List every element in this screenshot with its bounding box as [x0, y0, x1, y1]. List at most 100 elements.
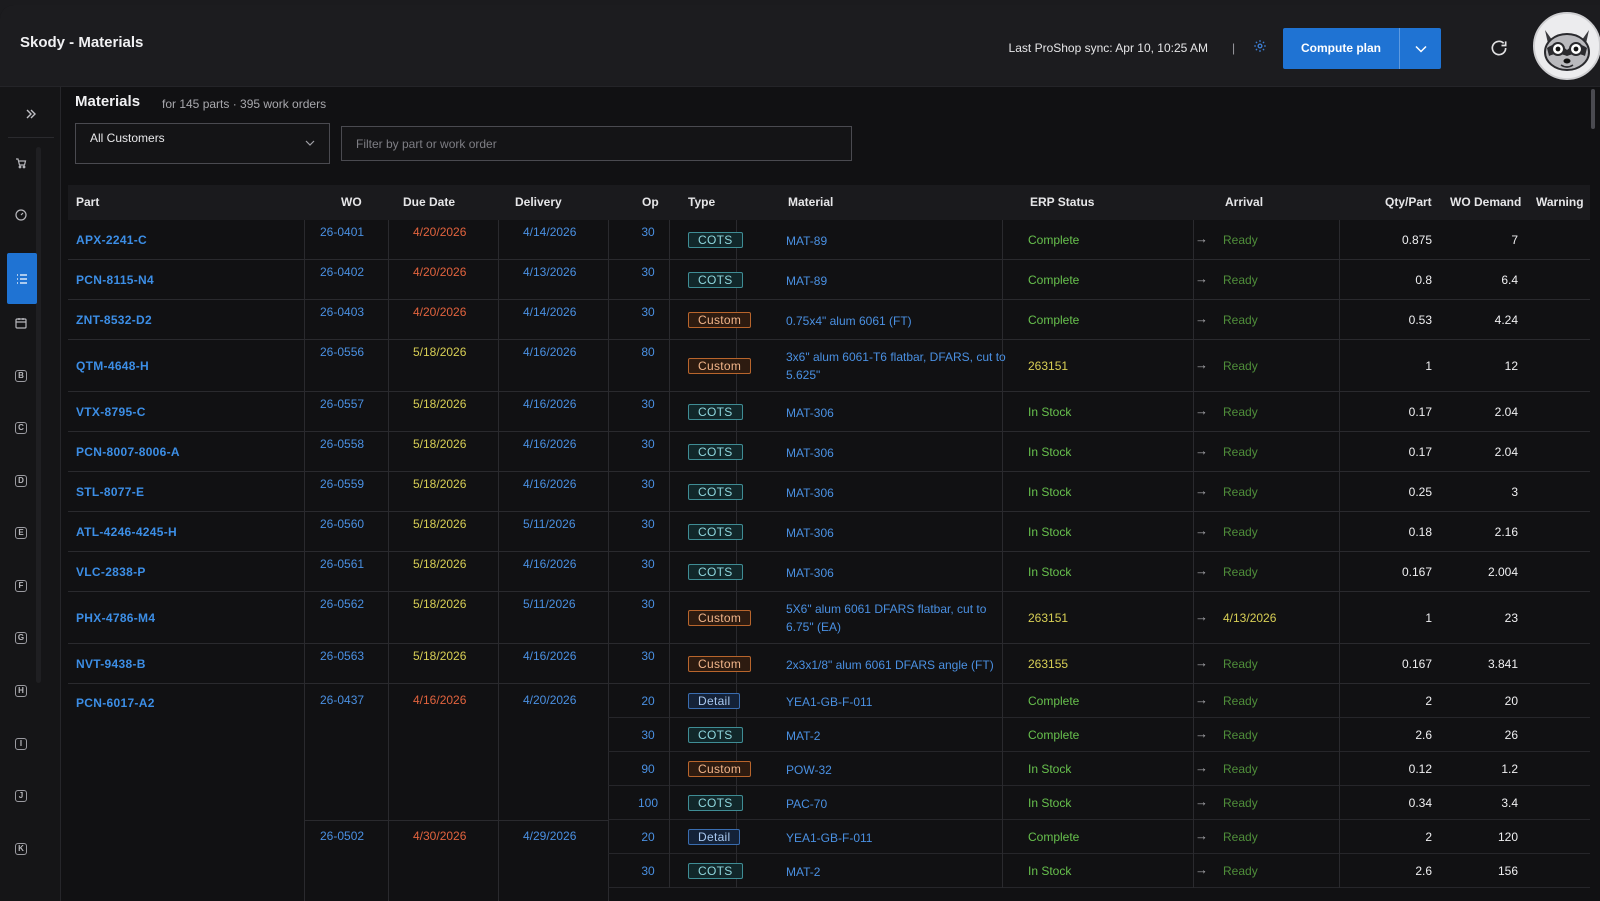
refresh-icon[interactable]: [1489, 38, 1509, 58]
material-link[interactable]: 0.75x4" alum 6061 (FT): [786, 312, 1011, 330]
col-wo[interactable]: WO: [341, 195, 362, 209]
type-badge: Custom: [688, 312, 752, 328]
col-warning[interactable]: Warning: [1536, 195, 1584, 209]
filter-input[interactable]: [341, 126, 852, 161]
col-wo-demand[interactable]: WO Demand: [1450, 195, 1521, 209]
work-order-link[interactable]: 26-0556: [320, 345, 364, 359]
table-row[interactable]: PCN-8007-8006-A 26-0558 5/18/2026 4/16/2026…: [68, 432, 1590, 472]
col-op[interactable]: Op: [642, 195, 659, 209]
work-order-link[interactable]: 26-0559: [320, 477, 364, 491]
work-order-link[interactable]: 26-0563: [320, 649, 364, 663]
material-link[interactable]: YEA1-GB-F-011: [786, 693, 1011, 711]
op-row[interactable]: 30 COTS MAT-2 Complete → Ready 2.6 26: [608, 718, 1590, 752]
table-row[interactable]: PCN-8115-N4 26-0402 4/20/2026 4/13/2026 30 CO…: [68, 260, 1590, 300]
material-link[interactable]: MAT-306: [786, 564, 1011, 582]
col-erp-status[interactable]: ERP Status: [1030, 195, 1094, 209]
material-link[interactable]: MAT-306: [786, 484, 1011, 502]
op-row[interactable]: 30 COTS MAT-2 In Stock → Ready 2.6 156: [608, 854, 1590, 888]
rail-item-d-icon[interactable]: D: [13, 473, 29, 489]
work-order-link[interactable]: 26-0560: [320, 517, 364, 531]
work-order-link[interactable]: 26-0401: [320, 225, 364, 239]
op-row[interactable]: 90 Custom POW-32 In Stock → Ready 0.12 1.2: [608, 752, 1590, 786]
part-link[interactable]: VLC-2838-P: [76, 565, 146, 579]
material-link[interactable]: 2x3x1/8" alum 6061 DFARS angle (FT): [786, 656, 1011, 674]
work-order-link[interactable]: 26-0562: [320, 597, 364, 611]
col-due-date[interactable]: Due Date: [403, 195, 455, 209]
table-row[interactable]: STL-8077-E 26-0559 5/18/2026 4/16/2026 30 COT…: [68, 472, 1590, 512]
part-link[interactable]: APX-2241-C: [76, 233, 147, 247]
gear-icon[interactable]: [1252, 39, 1268, 55]
op-row[interactable]: 20 Detail YEA1-GB-F-011 Complete → Ready 2 120: [608, 820, 1590, 854]
col-arrival[interactable]: Arrival: [1225, 195, 1263, 209]
material-link[interactable]: MAT-2: [786, 863, 1011, 881]
material-link[interactable]: MAT-306: [786, 404, 1011, 422]
col-material[interactable]: Material: [788, 195, 833, 209]
table-row[interactable]: VTX-8795-C 26-0557 5/18/2026 4/16/2026 30 COT…: [68, 392, 1590, 432]
material-link[interactable]: 5X6" alum 6061 DFARS flatbar, cut to 6.7…: [786, 600, 1011, 636]
table-row[interactable]: ATL-4246-4245-H 26-0560 5/18/2026 5/11/2026…: [68, 512, 1590, 552]
rail-item-k-icon[interactable]: K: [13, 841, 29, 857]
material-link[interactable]: MAT-306: [786, 524, 1011, 542]
table-row[interactable]: ZNT-8532-D2 26-0403 4/20/2026 4/14/2026 30 Cu…: [68, 300, 1590, 340]
part-link[interactable]: PCN-8007-8006-A: [76, 445, 180, 459]
material-link[interactable]: MAT-306: [786, 444, 1011, 462]
material-link[interactable]: MAT-89: [786, 232, 1011, 250]
avatar[interactable]: [1533, 12, 1600, 80]
rail-item-b-icon[interactable]: B: [13, 368, 29, 384]
material-link[interactable]: POW-32: [786, 761, 1011, 779]
col-delivery[interactable]: Delivery: [515, 195, 562, 209]
work-order-link[interactable]: 26-0502: [320, 829, 364, 843]
rail-item-j-icon[interactable]: J: [13, 788, 29, 804]
work-order-link[interactable]: 26-0437: [320, 693, 364, 707]
part-link[interactable]: ZNT-8532-D2: [76, 313, 152, 327]
table-row[interactable]: APX-2241-C 26-0401 4/20/2026 4/14/2026 30 COT…: [68, 220, 1590, 260]
material-link[interactable]: 3x6" alum 6061-T6 flatbar, DFARS, cut to…: [786, 348, 1011, 384]
rail-item-h-icon[interactable]: H: [13, 683, 29, 699]
gauge-icon[interactable]: [13, 207, 29, 223]
part-link[interactable]: PHX-4786-M4: [76, 611, 155, 625]
material-link[interactable]: MAT-2: [786, 727, 1011, 745]
rail-item-i-icon[interactable]: I: [13, 736, 29, 752]
part-link[interactable]: PCN-6017-A2: [76, 696, 155, 710]
table-row[interactable]: PHX-4786-M4 26-0562 5/18/2026 5/11/2026 30 Cu…: [68, 592, 1590, 644]
material-link[interactable]: PAC-70: [786, 795, 1011, 813]
double-chevron-right-icon[interactable]: [20, 105, 42, 127]
customer-select[interactable]: All Customers: [75, 123, 330, 164]
table-row[interactable]: NVT-9438-B 26-0563 5/18/2026 4/16/2026 30 Cus…: [68, 644, 1590, 684]
list-icon-active[interactable]: [7, 253, 37, 304]
rail-item-c-icon[interactable]: C: [13, 420, 29, 436]
col-type[interactable]: Type: [688, 195, 715, 209]
material-link[interactable]: MAT-89: [786, 272, 1011, 290]
part-link[interactable]: ATL-4246-4245-H: [76, 525, 177, 539]
page-scrollbar[interactable]: [1591, 89, 1595, 129]
table-row[interactable]: VLC-2838-P 26-0561 5/18/2026 4/16/2026 30 COT…: [68, 552, 1590, 592]
material-link[interactable]: YEA1-GB-F-011: [786, 829, 1011, 847]
cart-icon[interactable]: [13, 155, 29, 171]
erp-status: Complete: [1028, 728, 1080, 742]
work-order-link[interactable]: 26-0402: [320, 265, 364, 279]
work-order-link[interactable]: 26-0558: [320, 437, 364, 451]
rail-item-g-icon[interactable]: G: [13, 630, 29, 646]
arrow-right-icon: →: [1195, 609, 1208, 624]
calendar-icon[interactable]: [13, 315, 29, 331]
compute-plan-button[interactable]: Compute plan: [1283, 28, 1400, 69]
rail-item-f-icon[interactable]: F: [13, 578, 29, 594]
table-row[interactable]: QTM-4648-H 26-0556 5/18/2026 4/16/2026 80 Cus…: [68, 340, 1590, 392]
col-qty-part[interactable]: Qty/Part: [1385, 195, 1432, 209]
part-link[interactable]: NVT-9438-B: [76, 657, 146, 671]
part-link[interactable]: QTM-4648-H: [76, 359, 149, 373]
col-part[interactable]: Part: [76, 195, 99, 209]
app-title: Skody - Materials: [20, 34, 144, 51]
work-order-link[interactable]: 26-0403: [320, 305, 364, 319]
table-row-group[interactable]: PCN-6017-A2 26-0437 4/16/2026 4/20/2026 20 De…: [68, 684, 1590, 901]
compute-plan-dropdown-button[interactable]: [1400, 28, 1441, 69]
part-link[interactable]: VTX-8795-C: [76, 405, 146, 419]
op-row[interactable]: 100 COTS PAC-70 In Stock → Ready 0.34 3.4: [608, 786, 1590, 820]
part-link[interactable]: PCN-8115-N4: [76, 273, 154, 287]
op-row[interactable]: 20 Detail YEA1-GB-F-011 Complete → Ready 2 20: [608, 684, 1590, 718]
work-order-link[interactable]: 26-0557: [320, 397, 364, 411]
rail-item-e-icon[interactable]: E: [13, 525, 29, 541]
rail-scroll-track[interactable]: [36, 147, 41, 683]
part-link[interactable]: STL-8077-E: [76, 485, 144, 499]
work-order-link[interactable]: 26-0561: [320, 557, 364, 571]
